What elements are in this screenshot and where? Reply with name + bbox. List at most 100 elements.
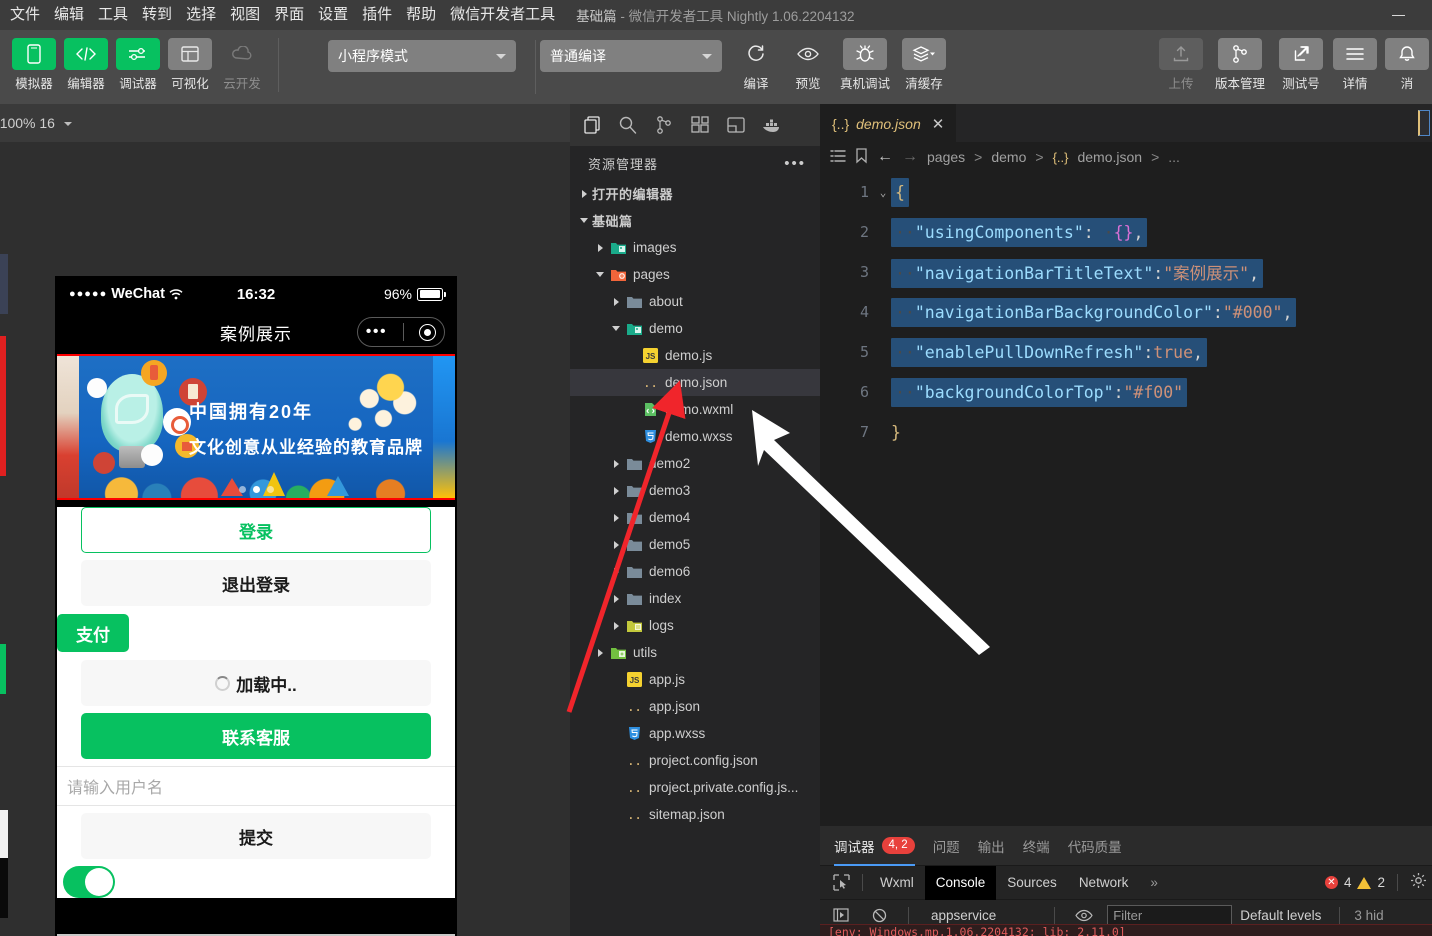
editor-nav-forward[interactable]: → — [902, 148, 918, 166]
tree-item-logs[interactable]: logs — [570, 612, 820, 639]
panel-tab-debugger[interactable]: 调试器 4, 2 — [834, 826, 915, 866]
breadcrumb-item-pages[interactable]: pages — [927, 149, 965, 165]
logout-button[interactable]: 退出登录 — [81, 560, 431, 606]
tree-item-demo4[interactable]: demo4 — [570, 504, 820, 531]
editor-tab-demo-json[interactable]: {..} demo.json ✕ — [820, 104, 957, 142]
menu-item-edit[interactable]: 编辑 — [47, 0, 91, 30]
toolbar-cloud-button[interactable]: 云开发 — [216, 38, 268, 92]
tree-section-project[interactable]: 基础篇 — [570, 207, 820, 234]
swiper-slide-active[interactable]: 中国拥有20年 文化创意从业经验的教育品牌 — [79, 356, 433, 498]
toolbar-realdebug-button[interactable]: 真机调试 — [834, 38, 896, 92]
menu-item-tools[interactable]: 工具 — [91, 0, 135, 30]
swiper-dot[interactable] — [238, 486, 246, 493]
panel-tab-terminal[interactable]: 终端 — [1023, 826, 1050, 866]
tree-item-demo-js[interactable]: JS demo.js — [570, 342, 820, 369]
tree-item-demo-json[interactable]: {..} demo.json — [570, 369, 820, 396]
toolbar-testid-button[interactable]: 测试号 — [1273, 38, 1329, 92]
tree-item-about[interactable]: about — [570, 288, 820, 315]
loading-button[interactable]: 加载中.. — [81, 660, 431, 706]
target-icon[interactable] — [419, 323, 437, 341]
breadcrumb-item-more[interactable]: ... — [1168, 149, 1180, 165]
toolbar-preview-button[interactable]: 预览 — [782, 38, 834, 92]
inspect-icon[interactable] — [826, 870, 856, 896]
console-filter-input[interactable]: Filter — [1107, 904, 1233, 926]
source-control-icon[interactable] — [648, 110, 680, 140]
tree-section-open-editors[interactable]: 打开的编辑器 — [570, 180, 820, 207]
toolbar-compile-button[interactable]: 编译 — [730, 38, 782, 92]
contact-service-button[interactable]: 联系客服 — [81, 713, 431, 759]
tree-item-demo[interactable]: demo — [570, 315, 820, 342]
tree-item-index[interactable]: index — [570, 585, 820, 612]
toolbar-clearcache-button[interactable]: 清缓存 — [896, 38, 952, 92]
menu-item-file[interactable]: 文件 — [0, 0, 47, 30]
breadcrumb-item-demo[interactable]: demo — [991, 149, 1026, 165]
tree-item-images[interactable]: images — [570, 234, 820, 261]
toolbar-visual-button[interactable]: 可视化 — [164, 38, 216, 92]
tree-item-app-js[interactable]: JS app.js — [570, 666, 820, 693]
close-icon[interactable]: ✕ — [932, 115, 945, 133]
menu-item-settings[interactable]: 设置 — [311, 0, 355, 30]
devtools-tab-sources[interactable]: Sources — [996, 866, 1068, 900]
swiper-slide-prev[interactable] — [57, 356, 79, 498]
pay-button[interactable]: 支付 — [57, 614, 129, 652]
more-dots-icon[interactable]: ••• — [366, 324, 387, 340]
swiper-dot-active[interactable] — [252, 486, 260, 493]
minimize-button[interactable] — [1382, 0, 1414, 30]
capsule-button[interactable]: ••• — [357, 317, 445, 347]
menu-item-interface[interactable]: 界面 — [267, 0, 311, 30]
toolbar-notify-button[interactable]: 消 — [1381, 38, 1432, 92]
menu-item-select[interactable]: 选择 — [179, 0, 223, 30]
tree-item-utils[interactable]: utils — [570, 639, 820, 666]
compile-select[interactable]: 普通编译 — [540, 40, 722, 72]
toolbar-simulator-button[interactable]: 模拟器 — [8, 38, 60, 92]
panel-tab-problems[interactable]: 问题 — [933, 826, 960, 866]
menu-item-help[interactable]: 帮助 — [399, 0, 443, 30]
tree-item-demo-wxml[interactable]: demo.wxml — [570, 396, 820, 423]
breadcrumb-item-file[interactable]: demo.json — [1077, 149, 1142, 165]
search-icon[interactable] — [612, 110, 644, 140]
tree-item-project-private-config[interactable]: {..} project.private.config.js... — [570, 774, 820, 801]
panel-tab-code-quality[interactable]: 代码质量 — [1068, 826, 1122, 866]
code-area[interactable]: 1 ⌄ { 2 ··"usingComponents": ·{}, 3 ··"n… — [820, 172, 1432, 826]
tree-item-demo-wxss[interactable]: demo.wxss — [570, 423, 820, 450]
tree-item-demo5[interactable]: demo5 — [570, 531, 820, 558]
editor-nav-back[interactable]: ← — [877, 148, 893, 166]
tree-item-pages[interactable]: pages — [570, 261, 820, 288]
menu-item-goto[interactable]: 转到 — [135, 0, 179, 30]
devtools-tab-network[interactable]: Network — [1068, 866, 1140, 900]
toolbar-editor-button[interactable]: 编辑器 — [60, 38, 112, 92]
login-button[interactable]: 登录 — [81, 507, 431, 553]
console-level-select[interactable]: Default levels — [1240, 908, 1325, 923]
username-input[interactable]: 请输入用户名 — [57, 766, 455, 806]
tree-item-app-json[interactable]: {..} app.json — [570, 693, 820, 720]
tree-item-sitemap-json[interactable]: {..} sitemap.json — [570, 801, 820, 828]
outline-icon[interactable] — [830, 149, 846, 166]
extensions-icon[interactable] — [684, 110, 716, 140]
menu-item-plugins[interactable]: 插件 — [355, 0, 399, 30]
tree-item-project-config[interactable]: {..} project.config.json — [570, 747, 820, 774]
submit-button[interactable]: 提交 — [81, 813, 431, 859]
swiper-indicators[interactable] — [79, 486, 433, 493]
simulator-zoom-info[interactable]: 5 100% 16 — [0, 115, 72, 131]
console-context-select[interactable]: appservice — [923, 908, 1040, 923]
toolbar-detail-button[interactable]: 详情 — [1329, 38, 1381, 92]
layout-split-icon[interactable] — [720, 110, 752, 140]
devtools-tab-console[interactable]: Console — [924, 865, 997, 900]
swiper-dot[interactable] — [266, 486, 274, 493]
devtools-tab-wxml[interactable]: Wxml — [869, 866, 925, 900]
files-icon[interactable] — [576, 110, 608, 140]
toolbar-version-button[interactable]: 版本管理 — [1207, 38, 1273, 92]
devtools-tabs-overflow[interactable]: » — [1139, 866, 1169, 900]
swiper-slide-next[interactable] — [433, 356, 455, 498]
explorer-more-icon[interactable]: ••• — [784, 155, 806, 172]
fold-toggle-icon[interactable]: ⌄ — [875, 186, 891, 199]
tree-item-demo2[interactable]: demo2 — [570, 450, 820, 477]
toggle-switch[interactable] — [63, 866, 115, 898]
tree-item-demo6[interactable]: demo6 — [570, 558, 820, 585]
tree-item-app-wxss[interactable]: app.wxss — [570, 720, 820, 747]
toolbar-upload-button[interactable]: 上传 — [1155, 38, 1207, 92]
panel-tab-output[interactable]: 输出 — [978, 826, 1005, 866]
menu-item-devtools[interactable]: 微信开发者工具 — [443, 0, 562, 30]
toolbar-debugger-button[interactable]: 调试器 — [112, 38, 164, 92]
tree-item-demo3[interactable]: demo3 — [570, 477, 820, 504]
